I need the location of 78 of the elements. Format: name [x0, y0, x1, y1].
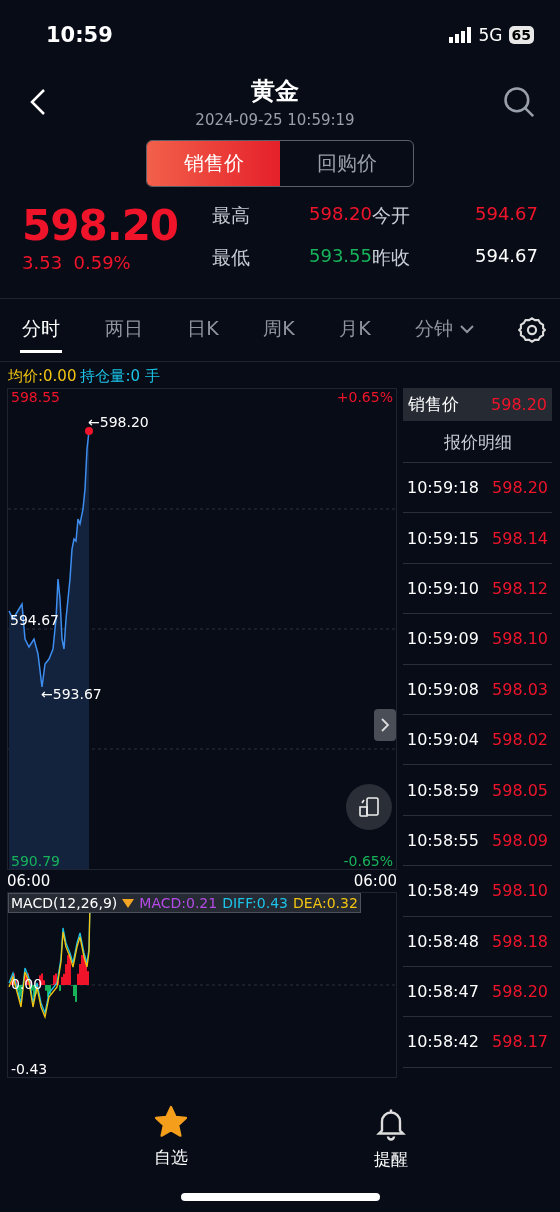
time-axis-end: 06:00 [353, 872, 397, 890]
period-tab[interactable]: 两日 [102, 307, 145, 353]
rotate-screen-button[interactable] [346, 784, 392, 830]
period-tab[interactable]: 分时 [20, 307, 62, 353]
stat-value: 594.67 [474, 203, 539, 226]
quote-price: 598.05 [492, 780, 548, 800]
low-price-label: ←593.67 [41, 686, 102, 702]
quote-header-value: 598.20 [491, 395, 547, 414]
position-volume: 持仓量:0 手 [80, 367, 160, 386]
high-price-label: ←598.20 [88, 414, 149, 430]
average-price: 均价:0.00 [8, 367, 77, 386]
expand-button[interactable] [374, 709, 396, 741]
axis-max-label: 598.55 [11, 389, 60, 405]
macd-min-label: -0.43 [11, 1061, 48, 1077]
stat-value: 598.20 [308, 203, 372, 224]
chevron-right-icon [380, 717, 390, 733]
quote-time: 10:59:10 [407, 578, 479, 598]
price-type-tab[interactable]: 销售价 [147, 141, 280, 186]
current-price: 598.20 [22, 201, 180, 250]
macd-zero-label: 0.00 [11, 976, 43, 992]
back-icon[interactable] [28, 88, 48, 116]
quote-time: 10:59:18 [407, 478, 479, 498]
period-tab[interactable]: 日K [185, 307, 221, 353]
quote-price: 598.12 [492, 578, 548, 598]
quote-time: 10:58:42 [407, 1032, 479, 1052]
quote-price: 598.09 [492, 830, 548, 850]
nav-item[interactable]: 提醒 [372, 1104, 409, 1174]
quote-time: 10:59:08 [407, 679, 479, 699]
period-tab[interactable]: 周K [261, 307, 297, 353]
stat-label: 昨收 [372, 245, 411, 270]
price-change: 3.53 0.59% [22, 252, 132, 273]
macd-title: MACD(12,26,9) [11, 895, 118, 911]
quote-detail-title: 报价明细 [403, 421, 552, 463]
settings-icon[interactable] [517, 316, 546, 344]
page-title: 黄金 [251, 76, 299, 107]
period-tab[interactable]: 分钟 [413, 307, 478, 353]
quote-price: 598.02 [492, 730, 548, 750]
quote-price: 598.03 [492, 679, 548, 699]
rotate-phone-icon [357, 795, 381, 819]
quote-time: 10:58:47 [407, 982, 479, 1002]
quote-time: 10:58:59 [407, 780, 479, 800]
diff-value: DIFF:0.43 [222, 895, 288, 911]
quote-price: 598.10 [492, 881, 548, 901]
time-axis-start: 06:00 [7, 872, 51, 890]
quote-time: 10:58:49 [407, 881, 479, 901]
quote-header-label: 销售价 [408, 393, 459, 416]
stat-value: 593.55 [308, 245, 372, 268]
quote-time: 10:58:48 [407, 931, 479, 951]
nav-item[interactable]: 自选 [151, 1104, 190, 1174]
network-label: 5G [478, 25, 503, 45]
quote-time: 10:58:55 [407, 830, 479, 850]
triangle-down-icon[interactable] [122, 898, 135, 908]
quote-price: 598.17 [492, 1032, 548, 1052]
axis-max-percent: +0.65% [336, 389, 393, 405]
stat-value: 594.67 [474, 245, 539, 268]
stat-label: 今开 [372, 203, 411, 228]
quote-time: 10:59:04 [407, 730, 479, 750]
period-tab[interactable]: 月K [337, 307, 373, 353]
quote-time: 10:59:15 [407, 528, 479, 548]
battery-level: 65 [508, 26, 534, 44]
quote-time: 10:59:09 [407, 629, 479, 649]
quote-price: 598.20 [492, 982, 548, 1002]
status-time: 10:59 [46, 23, 113, 47]
price-type-tab[interactable]: 回购价 [280, 141, 413, 186]
chevron-down-icon [459, 323, 476, 334]
macd-value: MACD:0.21 [139, 895, 218, 911]
signal-icon [448, 27, 473, 43]
search-icon[interactable] [502, 85, 536, 119]
timestamp: 2024-09-25 10:59:19 [195, 111, 355, 129]
stat-label: 最高 [212, 203, 251, 228]
axis-min-label: 590.79 [11, 853, 60, 869]
quote-price: 598.14 [492, 528, 548, 548]
dea-value: DEA:0.32 [293, 895, 358, 911]
axis-min-percent: -0.65% [343, 853, 393, 869]
quote-price: 598.20 [492, 478, 548, 498]
stat-label: 最低 [212, 245, 251, 270]
quote-price: 598.10 [492, 629, 548, 649]
quote-price: 598.18 [492, 931, 548, 951]
